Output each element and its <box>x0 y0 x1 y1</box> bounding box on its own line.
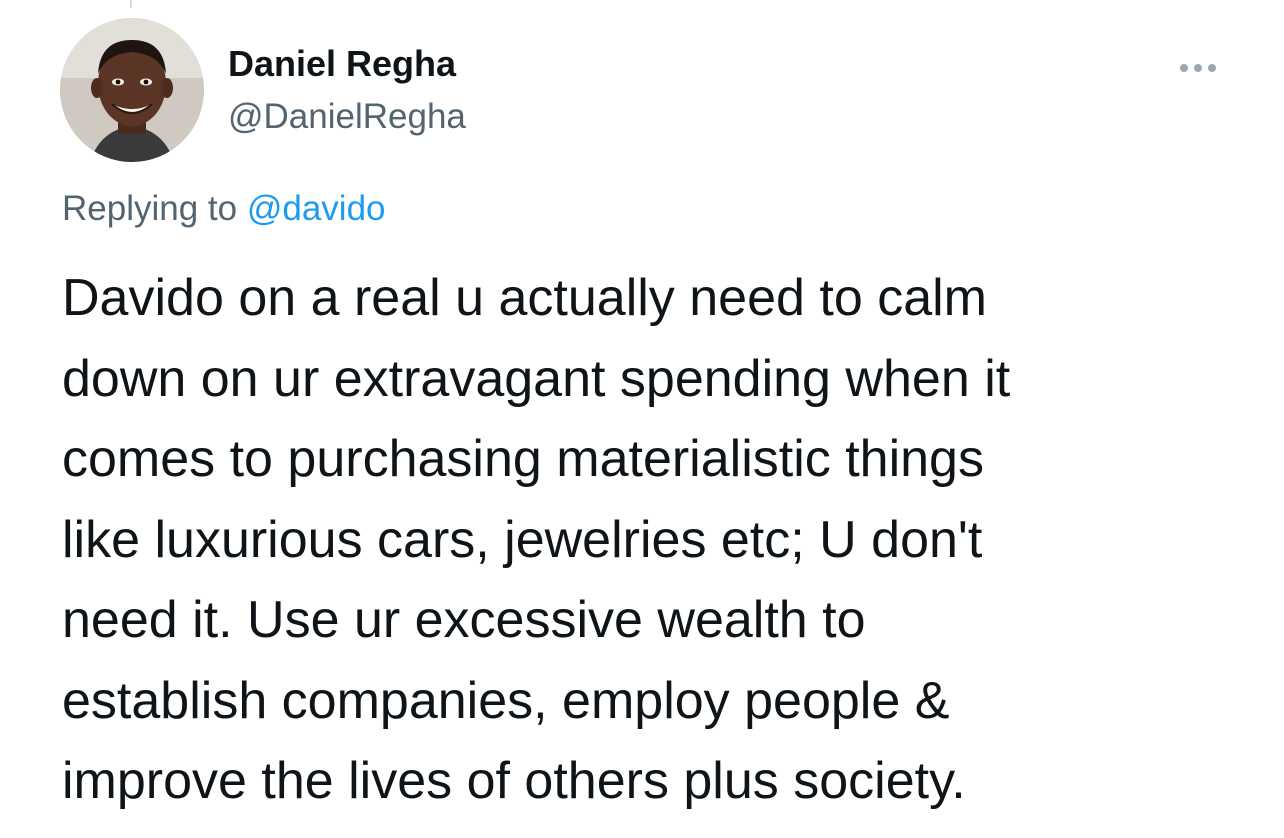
avatar[interactable] <box>60 18 204 162</box>
more-options-button[interactable] <box>1168 50 1228 86</box>
thread-line <box>130 0 132 8</box>
tweet-text: Davido on a real u actually need to calm… <box>62 258 1242 822</box>
tweet-card: Daniel Regha @DanielRegha Replying to @d… <box>0 0 1284 838</box>
avatar-image <box>60 18 204 162</box>
author-display-name[interactable]: Daniel Regha <box>228 42 456 86</box>
tweet-text-line: establish companies, employ people & <box>62 671 950 730</box>
more-horizontal-icon-dot <box>1194 64 1202 72</box>
tweet-text-line: like luxurious cars, jewelries etc; U do… <box>62 510 983 569</box>
reply-target-link[interactable]: @davido <box>247 189 386 228</box>
author-handle[interactable]: @DanielRegha <box>228 95 466 139</box>
more-horizontal-icon <box>1180 64 1188 72</box>
tweet-text-line: comes to purchasing materialistic things <box>62 430 984 488</box>
tweet-text-line: down on ur extravagant spending when it <box>62 349 1011 408</box>
more-horizontal-icon-dot <box>1208 64 1216 72</box>
tweet-text-line: improve the lives of others plus society… <box>62 752 966 810</box>
replying-to: Replying to @davido <box>62 186 386 232</box>
tweet-text-line: Davido on a real u actually need to calm <box>62 269 987 327</box>
replying-to-label: Replying to <box>62 189 247 228</box>
tweet-text-line: need it. Use ur excessive wealth to <box>62 591 866 649</box>
